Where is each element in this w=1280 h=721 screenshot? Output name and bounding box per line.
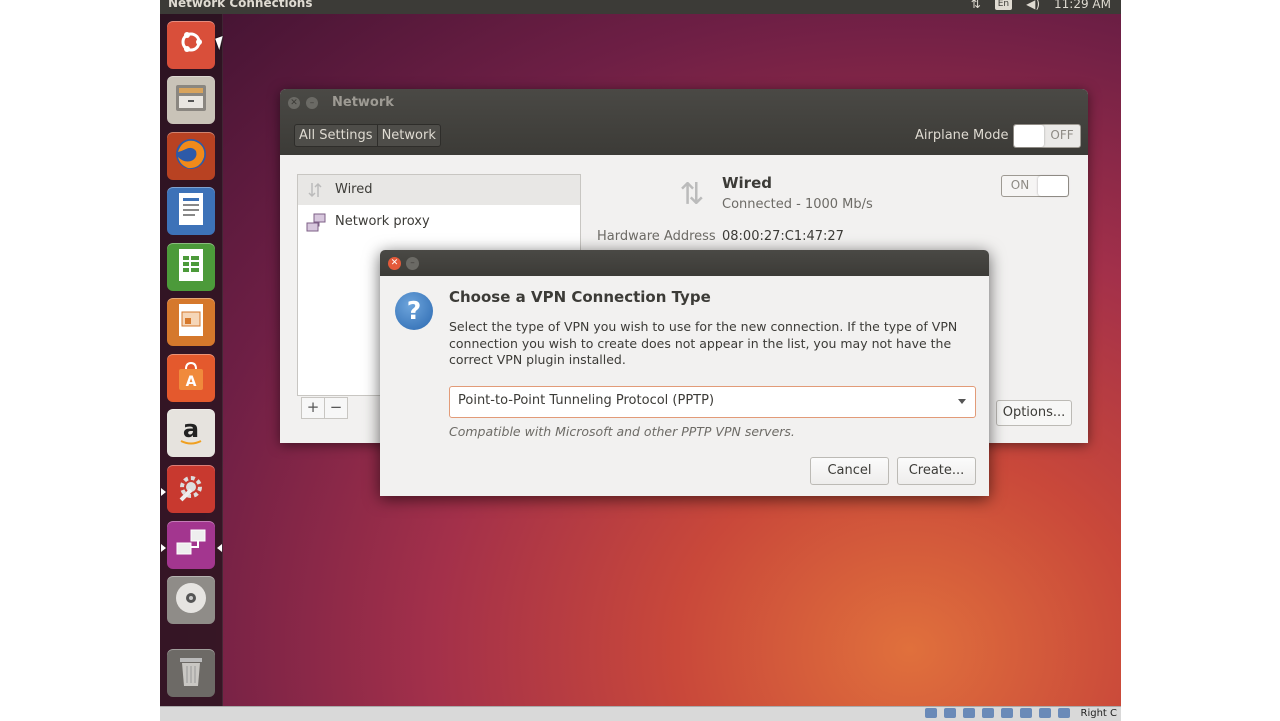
vm-display-icon	[1020, 708, 1033, 718]
wired-switch[interactable]: ON	[1001, 175, 1069, 197]
create-button[interactable]: Create...	[897, 457, 976, 485]
dialog-description: Select the type of VPN you wish to use f…	[449, 319, 958, 367]
launcher-software-center[interactable]: A	[167, 354, 215, 402]
dialog-heading: Choose a VPN Connection Type	[449, 288, 711, 306]
network-proxy-icon	[306, 213, 326, 232]
launcher-impress[interactable]	[167, 298, 215, 346]
vm-statusbar: Right C	[160, 706, 1121, 721]
breadcrumb-network[interactable]: Network	[377, 124, 441, 147]
disc-icon	[174, 581, 208, 619]
amazon-icon: a	[175, 415, 207, 451]
shopping-bag-icon: A	[175, 360, 207, 396]
cancel-button[interactable]: Cancel	[810, 457, 889, 485]
wired-switch-state: ON	[1010, 178, 1030, 192]
launcher-trash[interactable]	[167, 649, 215, 697]
dropdown-arrow-icon	[958, 399, 966, 404]
add-connection-button[interactable]: +	[301, 397, 325, 419]
launcher: A a	[160, 14, 223, 706]
launcher-calc[interactable]	[167, 243, 215, 291]
settings-wrench-icon	[175, 471, 207, 507]
list-item-wired[interactable]: Wired	[298, 175, 580, 205]
trash-icon	[176, 654, 206, 692]
list-toolbar: + −	[301, 397, 348, 419]
options-button[interactable]: Options...	[996, 400, 1072, 426]
vm-optical-icon	[944, 708, 957, 718]
launcher-files[interactable]	[167, 76, 215, 124]
clock[interactable]: 11:29 AM	[1054, 0, 1111, 11]
window-title: Network	[332, 95, 394, 110]
network-titlebar: ✕ – Network All Settings Network Airplan…	[280, 89, 1088, 155]
vm-mouse-icon	[1058, 708, 1071, 718]
list-item-label: Network proxy	[335, 214, 430, 229]
ubuntu-logo-icon	[177, 28, 205, 62]
launcher-firefox[interactable]	[167, 132, 215, 180]
switch-knob	[1038, 176, 1068, 196]
dialog-minimize-button[interactable]: –	[406, 257, 419, 270]
vm-screen: Network Connections ⇅ En ◀) 11:29 AM A a…	[160, 0, 1121, 706]
compatibility-note: Compatible with Microsoft and other PPTP…	[449, 424, 795, 439]
panel-indicators: ⇅ En ◀) 11:29 AM	[971, 0, 1111, 11]
question-icon: ?	[395, 292, 433, 330]
wired-name: Wired	[722, 174, 772, 192]
keyboard-layout-indicator[interactable]: En	[994, 0, 1013, 10]
list-item-label: Wired	[335, 182, 373, 197]
breadcrumb: All Settings Network	[294, 124, 441, 147]
vm-shared-folder-icon	[1001, 708, 1014, 718]
letterbox-right	[1121, 0, 1280, 720]
launcher-system-settings[interactable]	[167, 465, 215, 513]
launcher-running-pip	[161, 544, 166, 552]
launcher-dash-home[interactable]	[167, 21, 215, 69]
airplane-mode-label: Airplane Mode	[915, 128, 1009, 143]
network-icon	[174, 528, 208, 562]
launcher-running-pip	[161, 488, 166, 496]
wired-icon	[306, 181, 324, 199]
vm-network-icon	[982, 708, 995, 718]
hardware-address-value: 08:00:27:C1:47:27	[722, 229, 844, 244]
launcher-writer[interactable]	[167, 187, 215, 235]
window-minimize-button[interactable]: –	[306, 97, 318, 109]
window-close-button[interactable]: ✕	[288, 97, 300, 109]
dialog-close-button[interactable]: ✕	[388, 257, 401, 270]
svg-text:A: A	[186, 374, 197, 390]
active-window-title: Network Connections	[168, 0, 313, 10]
launcher-amazon[interactable]: a	[167, 409, 215, 457]
volume-icon[interactable]: ◀)	[1026, 0, 1040, 11]
breadcrumb-all-settings[interactable]: All Settings	[294, 124, 378, 147]
launcher-dvd[interactable]	[167, 576, 215, 624]
host-key-label: Right C	[1080, 708, 1118, 719]
presentation-icon	[177, 303, 205, 341]
launcher-network-connections[interactable]	[167, 521, 215, 569]
list-item-network-proxy[interactable]: Network proxy	[298, 207, 580, 237]
network-transfer-icon[interactable]: ⇅	[971, 0, 981, 11]
airplane-mode-state: OFF	[1050, 128, 1074, 142]
dialog-titlebar: ✕ –	[380, 250, 989, 276]
file-cabinet-icon	[175, 83, 207, 117]
vm-usb-icon	[963, 708, 976, 718]
vm-status-icons: Right C	[925, 707, 1117, 721]
vpn-type-dropdown[interactable]: Point-to-Point Tunneling Protocol (PPTP)	[449, 386, 976, 418]
switch-knob	[1014, 125, 1044, 147]
airplane-mode-switch[interactable]: OFF	[1013, 124, 1081, 148]
firefox-icon	[174, 137, 208, 175]
document-icon	[177, 192, 205, 230]
remove-connection-button[interactable]: −	[325, 397, 348, 419]
wired-status: Connected - 1000 Mb/s	[722, 197, 873, 212]
wired-transfer-icon: ⇅	[679, 177, 705, 212]
vpn-type-selected: Point-to-Point Tunneling Protocol (PPTP)	[458, 393, 715, 408]
vm-hdd-icon	[925, 708, 938, 718]
top-panel: Network Connections ⇅ En ◀) 11:29 AM	[160, 0, 1121, 14]
launcher-active-pip	[217, 544, 222, 552]
spreadsheet-icon	[177, 248, 205, 286]
vpn-type-dialog: ✕ – ? Choose a VPN Connection Type Selec…	[380, 250, 989, 496]
letterbox-left	[0, 0, 160, 720]
vm-capture-icon	[1039, 708, 1052, 718]
svg-text:a: a	[183, 415, 199, 443]
hardware-address-label: Hardware Address	[597, 229, 716, 244]
